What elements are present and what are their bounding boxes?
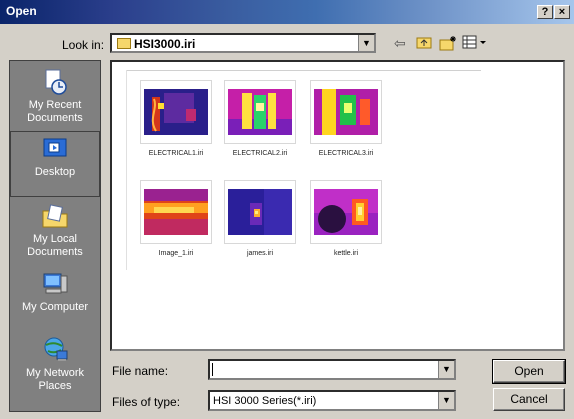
place-desktop[interactable]: Desktop: [10, 131, 100, 197]
file-type-dropdown[interactable]: HSI 3000 Series(*.iri) ▼: [208, 390, 456, 411]
folder-icon: [117, 38, 131, 49]
thumbnail: [140, 80, 212, 144]
file-type-label: Files of type:: [112, 395, 181, 409]
file-list[interactable]: ELECTRICAL1.iri ELECTRICAL2.iri ELECTRIC…: [110, 60, 565, 351]
place-my-computer[interactable]: My Computer: [10, 267, 100, 333]
network-places-icon: [44, 337, 68, 361]
thumbnail: [310, 80, 382, 144]
thermal-image: [314, 189, 378, 235]
place-recent-documents[interactable]: My Recent Documents: [10, 65, 100, 131]
look-in-dropdown[interactable]: HSI3000.iri ▼: [110, 33, 376, 53]
file-type-value: HSI 3000 Series(*.iri): [213, 395, 317, 407]
my-computer-icon: [43, 273, 68, 294]
thermal-image: [314, 89, 378, 135]
file-name: Image_1.iri: [158, 250, 194, 257]
my-documents-icon: [42, 204, 68, 228]
look-in-label: Look in:: [62, 38, 105, 52]
desktop-icon: [43, 138, 67, 157]
place-my-documents[interactable]: My Local Documents: [10, 199, 100, 265]
title-bar[interactable]: Open ? ×: [0, 0, 574, 24]
back-icon[interactable]: ⇦: [394, 35, 406, 52]
chevron-down-icon[interactable]: ▼: [438, 361, 454, 378]
file-item[interactable]: ELECTRICAL3.iri: [306, 80, 386, 157]
file-item[interactable]: james.iri: [220, 180, 300, 257]
thermal-image: [228, 89, 292, 135]
place-network-places[interactable]: My Network Places: [10, 333, 100, 399]
thermal-image: [144, 189, 208, 235]
views-menu-icon[interactable]: [462, 35, 488, 52]
divider: [126, 70, 481, 71]
open-dialog: Open ? × Look in: HSI3000.iri ▼ ⇦ My Rec…: [0, 0, 574, 419]
places-bar: My Recent Documents Desktop My Local Doc…: [9, 60, 101, 412]
chevron-down-icon[interactable]: ▼: [438, 392, 454, 409]
close-button[interactable]: ×: [554, 5, 570, 19]
file-item[interactable]: kettle.iri: [306, 180, 386, 257]
text-caret: [212, 363, 213, 376]
divider: [126, 70, 127, 270]
thermal-image: [228, 189, 292, 235]
file-item[interactable]: ELECTRICAL2.iri: [220, 80, 300, 157]
chevron-down-icon[interactable]: ▼: [358, 35, 374, 51]
new-folder-icon[interactable]: [439, 35, 457, 54]
cancel-button[interactable]: Cancel: [493, 388, 565, 411]
thermal-image: [144, 89, 208, 135]
up-folder-icon[interactable]: [416, 35, 432, 52]
file-name-label: File name:: [112, 364, 169, 378]
file-item[interactable]: ELECTRICAL1.iri: [136, 80, 216, 157]
thumbnail: [310, 180, 382, 244]
file-item[interactable]: Image_1.iri: [136, 180, 216, 257]
help-button[interactable]: ?: [537, 5, 553, 19]
look-in-value: HSI3000.iri: [134, 37, 196, 51]
file-name-input[interactable]: ▼: [208, 359, 456, 380]
open-button[interactable]: Open: [492, 359, 566, 384]
file-name: ELECTRICAL2.iri: [232, 150, 288, 157]
file-name: ELECTRICAL3.iri: [318, 150, 374, 157]
file-name: ELECTRICAL1.iri: [148, 150, 204, 157]
thumbnail: [224, 180, 296, 244]
window-title: Open: [6, 4, 37, 18]
thumbnail: [140, 180, 212, 244]
file-name: james.iri: [246, 250, 274, 257]
file-name: kettle.iri: [333, 250, 359, 257]
recent-documents-icon: [45, 69, 67, 95]
thumbnail: [224, 80, 296, 144]
